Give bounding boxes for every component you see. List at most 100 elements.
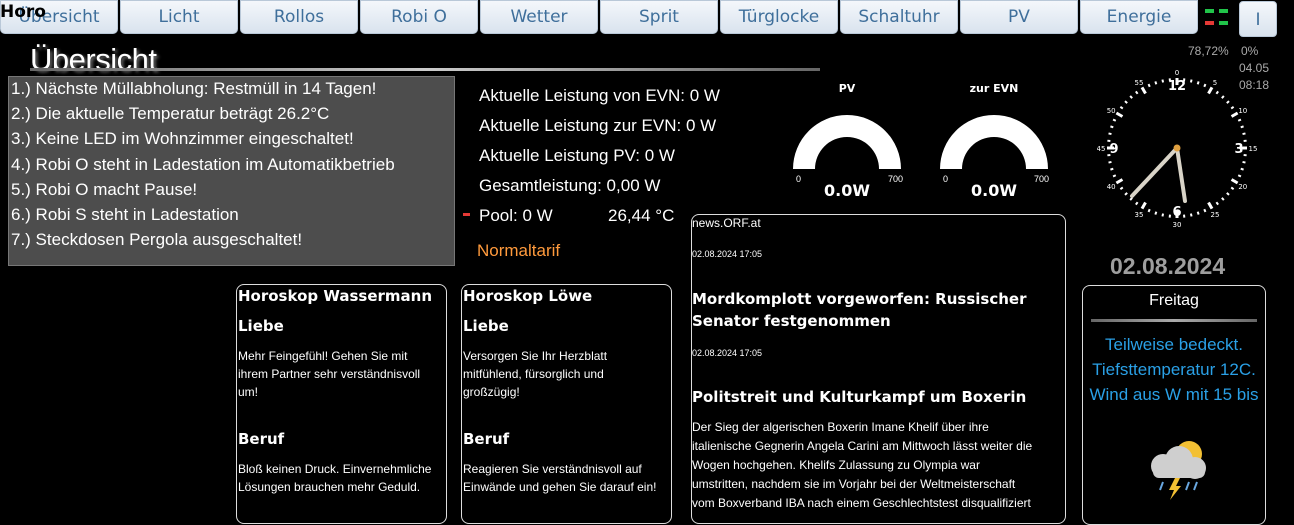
list-item: 5.) Robi O macht Pause!: [11, 180, 197, 200]
clock-tick: [1109, 162, 1112, 163]
clock-tick: [1130, 96, 1132, 98]
clock-tick: [1136, 202, 1138, 204]
load-value: 0%: [1241, 44, 1258, 58]
clock-tick: [1162, 80, 1163, 83]
clock-tick: [1120, 187, 1122, 189]
news-headline[interactable]: Mordkomplott vorgeworfen: Russischer: [692, 288, 1064, 310]
clock-tick: [1241, 169, 1244, 170]
tariff-status: Normaltarif: [477, 241, 560, 261]
tab-wetter[interactable]: Wetter: [480, 0, 598, 34]
tab-robi-o[interactable]: Robi O: [360, 0, 478, 34]
list-item: 6.) Robi S steht in Ladestation: [11, 205, 239, 225]
clock-tick: [1238, 120, 1241, 121]
clock-tick: [1198, 212, 1199, 215]
list-item: 4.) Robi O steht in Ladestation im Autom…: [11, 155, 395, 175]
clock-tick: [1142, 203, 1146, 209]
tab-sprit[interactable]: Sprit: [600, 0, 718, 34]
tab-rollos[interactable]: Rollos: [240, 0, 358, 34]
clock-tick: [1209, 87, 1213, 93]
list-item: 7.) Steckdosen Pergola ausgeschaltet!: [11, 230, 302, 250]
clock-tick: [1109, 133, 1112, 134]
power-total: Gesamtleistung: 0,00 W: [479, 176, 660, 196]
clock-tick: [1110, 126, 1113, 127]
hour-hand: [1132, 148, 1177, 196]
weather-panel: Freitag Teilweise bedeckt. Tiefsttempera…: [1082, 285, 1266, 525]
news-body-line: Wogen hochgehen. Khelifs Zulassung zu Ol…: [692, 456, 1064, 475]
clock-tick: [1232, 113, 1238, 117]
tab-licht[interactable]: Licht: [120, 0, 238, 34]
connection-status-icon: [1205, 9, 1231, 29]
clock-tick: [1198, 81, 1199, 84]
gauge-evn-value: 0.0W: [934, 181, 1054, 200]
tab-schaltuhr[interactable]: Schaltuhr: [840, 0, 958, 34]
weather-divider: [1091, 319, 1257, 322]
clock-tick: [1155, 212, 1156, 215]
horoscope-text-line: Reagieren Sie verständnisvoll auf: [463, 460, 672, 478]
tab-tuerglocke[interactable]: Türglocke: [720, 0, 838, 34]
clock-tick: [1231, 107, 1233, 109]
clock-tick: [1232, 180, 1238, 184]
tab-pv[interactable]: PV: [960, 0, 1078, 34]
message-list: 1.) Nächste Müllabholung: Restmüll in 14…: [8, 76, 455, 266]
clock-tick: [1238, 175, 1241, 176]
list-item: 2.) Die aktuelle Temperatur beträgt 26.2…: [11, 104, 329, 124]
clock-number-3: 3: [1234, 142, 1243, 157]
horoscope-title: Horoskop Wassermann: [238, 287, 432, 305]
horoscope-text-line: Versorgen Sie Ihr Herzblatt: [463, 347, 672, 365]
clock-tick: [1243, 133, 1246, 134]
clock-number-9: 9: [1109, 142, 1118, 157]
page-label: Horo: [0, 2, 46, 22]
clock-tick: [1110, 169, 1113, 170]
news-headline[interactable]: Politstreit und Kulturkampf um Boxerin: [692, 386, 1064, 408]
clock-minute-label: 0: [1175, 69, 1179, 77]
clock-tick: [1216, 202, 1218, 204]
clock-number-6: 6: [1172, 205, 1181, 220]
horoscope-text-line: um!: [238, 383, 447, 401]
clock-tick: [1116, 113, 1122, 117]
pool-temperature: 26,44 °C: [608, 206, 674, 226]
gauge-evn: [934, 107, 1054, 173]
clock-tick: [1191, 214, 1192, 217]
list-item: 3.) Keine LED im Wohnzimmer eingeschalte…: [11, 129, 354, 149]
power-pv: Aktuelle Leistung PV: 0 W: [479, 146, 675, 166]
clock-minute-label: 45: [1097, 145, 1105, 153]
list-item: 1.) Nächste Müllabholung: Restmüll in 14…: [11, 79, 376, 99]
clock-tick: [1227, 101, 1229, 103]
news-source: news.ORF.at: [692, 216, 761, 230]
news-body-line: Der Sieg der algerischen Boxerin Imane K…: [692, 418, 1064, 437]
current-date: 02.08.2024: [1110, 253, 1225, 280]
horoscope-text-line: Einwände und gehen Sie darauf ein!: [463, 478, 672, 496]
analog-clock: 12 3 6 9 0510152025303540455055: [1097, 66, 1257, 232]
weather-forecast-line: Tiefsttemperatur 12C.: [1083, 360, 1265, 380]
clock-tick: [1204, 84, 1205, 87]
horoscope-text-line: Bloß keinen Druck. Einvernehmliche: [238, 460, 447, 478]
clock-tick: [1120, 107, 1122, 109]
clock-minute-label: 15: [1249, 145, 1257, 153]
clock-tick: [1142, 87, 1146, 93]
clock-minute-label: 10: [1238, 107, 1247, 115]
news-headline[interactable]: Senator festgenommen: [692, 310, 1064, 332]
news-body-line: umstritten, nachdem sie im Vorjahr bei d…: [692, 475, 1064, 494]
weather-day: Freitag: [1083, 292, 1265, 310]
horoscope-text-line: ihrem Partner sehr verständnisvoll: [238, 365, 447, 383]
gauge-evn-title: zur EVN: [934, 82, 1054, 95]
clock-minute-label: 30: [1173, 221, 1182, 229]
clock-tick: [1136, 91, 1138, 93]
clock-tick: [1241, 126, 1244, 127]
clock-tick: [1209, 203, 1213, 209]
clock-tick: [1149, 209, 1150, 212]
news-timestamp: 02.08.2024 17:05: [692, 249, 762, 259]
news-body-line: vom Boxverband IBA nach einem Geschlecht…: [692, 494, 1064, 513]
thunderstorm-icon: [1141, 432, 1217, 502]
user-button[interactable]: I: [1239, 1, 1277, 37]
tab-energie[interactable]: Energie: [1080, 0, 1198, 34]
horoscope-text-line: Lösungen brauchen mehr Geduld.: [238, 478, 447, 496]
power-to-evn: Aktuelle Leistung zur EVN: 0 W: [479, 116, 716, 136]
gauge-pv-value: 0.0W: [787, 181, 907, 200]
clock-minute-label: 55: [1135, 79, 1144, 87]
weather-forecast-line: Wind aus W mit 15 bis: [1083, 385, 1265, 405]
title-divider: [30, 68, 820, 71]
clock-tick: [1125, 193, 1127, 195]
clock-number-12: 12: [1168, 79, 1186, 94]
clock-tick: [1149, 84, 1150, 87]
